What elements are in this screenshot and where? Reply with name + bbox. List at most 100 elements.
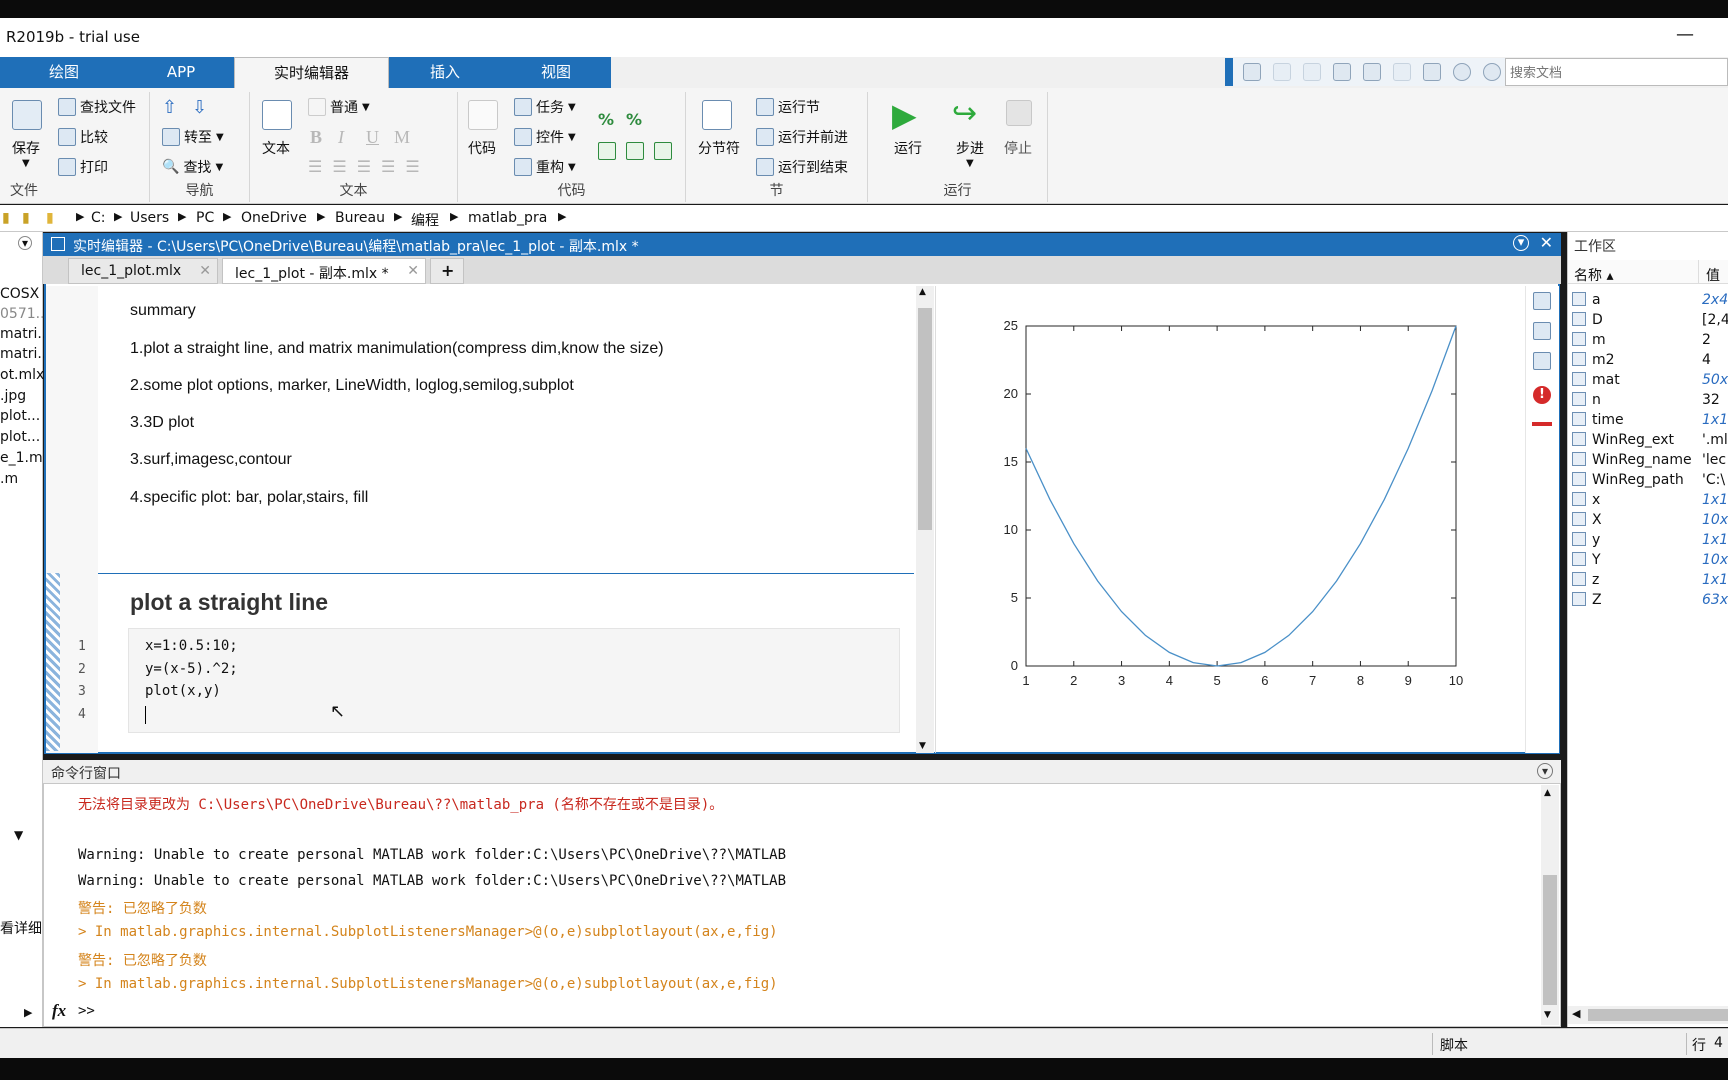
redo-icon[interactable] — [1393, 63, 1411, 81]
file-item[interactable]: e_1.m — [0, 450, 43, 466]
workspace-var-name[interactable]: time — [1572, 412, 1624, 428]
run-and-advance-button[interactable]: 运行并前进 — [756, 127, 848, 147]
workspace-var-name[interactable]: Y — [1572, 552, 1601, 568]
folder-icon[interactable]: ▮ — [2, 210, 10, 226]
stop-button[interactable]: 停止 — [1004, 138, 1032, 158]
workspace-var-value[interactable]: 1x1 — [1702, 572, 1728, 588]
workspace-var-name[interactable]: a — [1572, 292, 1601, 308]
save-icon[interactable] — [12, 100, 42, 130]
run-section-button[interactable]: 运行节 — [756, 97, 820, 117]
tab-live-editor[interactable]: 实时编辑器 — [234, 57, 389, 88]
undo-icon[interactable] — [1363, 63, 1381, 81]
indent-icon[interactable] — [626, 142, 644, 160]
scroll-up-icon[interactable]: ▲ — [919, 287, 926, 297]
scroll-up-icon[interactable]: ▲ — [1544, 788, 1551, 798]
workspace-var-value[interactable]: 50x — [1702, 372, 1728, 388]
up-arrow-icon[interactable]: ⇧ — [162, 97, 177, 118]
options-icon[interactable] — [1483, 63, 1501, 81]
breadcrumb-matlab-pra[interactable]: matlab_pra — [468, 210, 547, 226]
down-arrow-icon[interactable]: ⇩ — [192, 97, 207, 118]
workspace-var-name[interactable]: WinReg_ext — [1572, 432, 1674, 448]
editor-scroll-thumb[interactable] — [918, 308, 932, 530]
copy-icon[interactable] — [1303, 63, 1321, 81]
function-browser-icon[interactable]: fx — [52, 1001, 66, 1021]
summary-line[interactable]: 4.specific plot: bar, polar,stairs, fill — [130, 489, 368, 507]
workspace-var-name[interactable]: m — [1572, 332, 1606, 348]
code-button[interactable]: 代码 — [468, 138, 496, 158]
workspace-column-value[interactable]: 值 — [1706, 265, 1720, 285]
workspace-var-name[interactable]: m2 — [1572, 352, 1615, 368]
switch-windows-icon[interactable] — [1423, 63, 1441, 81]
summary-line[interactable]: 3.3D plot — [130, 414, 194, 432]
tab-apps[interactable]: APP — [128, 57, 234, 88]
compare-button[interactable]: 比较 — [58, 127, 108, 147]
list-format-icons[interactable]: ☰☰☰☰☰ — [308, 157, 430, 176]
run-icon[interactable]: ▶ — [892, 96, 917, 134]
print-button[interactable]: 打印 — [58, 157, 108, 177]
code-block[interactable] — [128, 628, 900, 733]
tab-plots[interactable]: 绘图 — [0, 57, 128, 88]
file-item[interactable]: ot.mlx — [0, 367, 44, 383]
minimize-button[interactable]: — — [1676, 24, 1694, 45]
file-tab[interactable]: lec_1_plot.mlx ✕ — [68, 258, 218, 284]
breadcrumb-separator[interactable]: ▶ — [317, 210, 325, 223]
file-item[interactable]: plot... — [0, 408, 40, 424]
workspace-var-name[interactable]: Z — [1572, 592, 1602, 608]
task-button[interactable]: 任务 ▼ — [514, 97, 576, 117]
workspace-hscroll-thumb[interactable] — [1588, 1009, 1728, 1021]
workspace-var-value[interactable]: 1x1 — [1702, 492, 1728, 508]
search-docs-input[interactable] — [1505, 58, 1728, 86]
editor-close-icon[interactable]: ✕ — [1540, 233, 1553, 252]
command-output-line[interactable]: > In matlab.graphics.internal.SubplotLis… — [78, 924, 778, 940]
text-icon[interactable] — [262, 100, 292, 130]
breadcrumb-separator[interactable]: ▶ — [394, 210, 402, 223]
file-item[interactable]: .m — [0, 471, 18, 487]
code-line[interactable]: plot(x,y) — [145, 683, 221, 699]
panel-options-icon[interactable]: ▾ — [18, 236, 32, 250]
error-icon[interactable]: ! — [1533, 386, 1551, 404]
save-button[interactable]: 保存 — [12, 138, 40, 158]
summary-title[interactable]: summary — [130, 302, 196, 320]
workspace-column-name[interactable]: 名称 ▴ — [1574, 265, 1613, 285]
summary-line[interactable]: 1.plot a straight line, and matrix manim… — [130, 340, 664, 358]
section-break-button[interactable]: 分节符 — [698, 138, 740, 158]
workspace-var-value[interactable]: 'C:\ — [1702, 472, 1725, 488]
output-right-icon[interactable] — [1533, 322, 1551, 340]
workspace-var-value[interactable]: 32 — [1702, 392, 1720, 408]
breadcrumb-separator[interactable]: ▶ — [178, 210, 186, 223]
workspace-var-value[interactable]: 4 — [1702, 352, 1711, 368]
scroll-down-icon[interactable]: ▼ — [919, 741, 926, 751]
text-cursor[interactable] — [145, 706, 146, 724]
file-item[interactable]: 0571... — [0, 306, 49, 322]
breadcrumb-pc[interactable]: PC — [196, 210, 214, 226]
breadcrumb-bureau[interactable]: Bureau — [335, 210, 385, 226]
workspace-var-value[interactable]: 63x — [1702, 592, 1728, 608]
paste-icon[interactable] — [1333, 63, 1351, 81]
workspace-var-name[interactable]: y — [1572, 532, 1600, 548]
workspace-var-name[interactable]: WinReg_path — [1572, 472, 1684, 488]
section-run-indicator[interactable] — [46, 573, 60, 751]
workspace-var-value[interactable]: '.ml — [1702, 432, 1728, 448]
breadcrumb-separator[interactable]: ▶ — [76, 210, 84, 223]
workspace-var-value[interactable]: 2 — [1702, 332, 1711, 348]
underline-button[interactable]: U — [366, 127, 379, 148]
scroll-down-icon[interactable]: ▼ — [1544, 1010, 1551, 1020]
scroll-right-icon[interactable]: ▶ — [24, 1006, 32, 1019]
step-dropdown-icon[interactable]: ▼ — [966, 158, 974, 169]
close-tab-icon[interactable]: ✕ — [407, 263, 419, 279]
breadcrumb-c[interactable]: C: — [91, 210, 106, 226]
workspace-var-name[interactable]: z — [1572, 572, 1599, 588]
command-scroll-thumb[interactable] — [1543, 875, 1557, 1005]
code-line[interactable]: x=1:0.5:10; — [145, 638, 238, 654]
breadcrumb-users[interactable]: Users — [130, 210, 169, 226]
workspace-var-value[interactable]: [2,4 — [1702, 312, 1728, 328]
run-to-end-button[interactable]: 运行到结束 — [756, 157, 848, 177]
comment-icon[interactable]: % — [598, 110, 614, 129]
goto-button[interactable]: 转至 ▼ — [162, 127, 224, 147]
output-separator[interactable] — [935, 286, 936, 753]
breadcrumb-separator[interactable]: ▶ — [223, 210, 231, 223]
control-button[interactable]: 控件 ▼ — [514, 127, 576, 147]
stop-icon[interactable] — [1006, 100, 1032, 126]
step-icon[interactable]: ↪ — [952, 96, 977, 131]
uncomment-icon[interactable]: % — [626, 110, 642, 129]
